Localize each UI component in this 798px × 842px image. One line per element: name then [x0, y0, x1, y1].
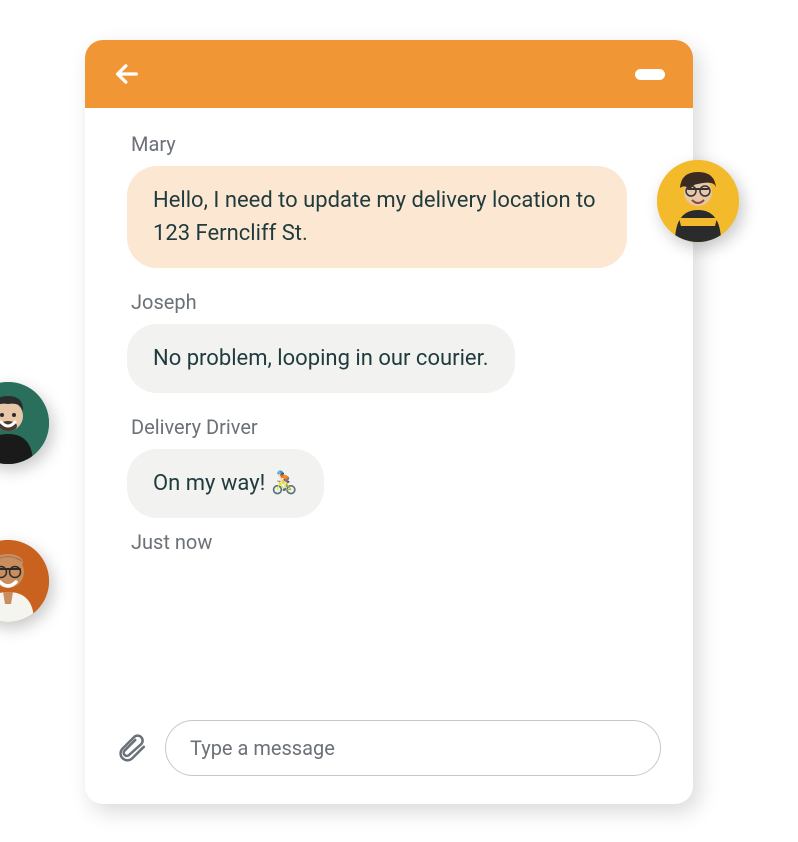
avatar-driver	[0, 540, 49, 622]
paperclip-icon[interactable]	[117, 732, 147, 764]
message-customer: Mary Hello, I need to update my delivery…	[127, 132, 651, 268]
message-agent: Joseph No problem, looping in our courie…	[127, 290, 651, 393]
message-input[interactable]: Type a message	[165, 720, 661, 776]
chat-window: Mary Hello, I need to update my delivery…	[85, 40, 693, 804]
message-bubble: Hello, I need to update my delivery loca…	[127, 166, 627, 268]
sender-label: Joseph	[131, 290, 651, 314]
messages-list: Mary Hello, I need to update my delivery…	[85, 108, 693, 554]
timestamp: Just now	[131, 530, 651, 554]
header-indicator	[635, 69, 665, 80]
chat-header	[85, 40, 693, 108]
avatar-joseph	[0, 382, 49, 464]
message-driver: Delivery Driver On my way! 🚴🏻 Just now	[127, 415, 651, 554]
back-arrow-icon[interactable]	[113, 60, 141, 88]
sender-label: Delivery Driver	[131, 415, 651, 439]
message-bubble: No problem, looping in our courier.	[127, 324, 515, 393]
sender-label: Mary	[131, 132, 651, 156]
avatar-mary	[657, 160, 739, 242]
message-bubble: On my way! 🚴🏻	[127, 449, 324, 518]
compose-bar: Type a message	[117, 720, 661, 776]
